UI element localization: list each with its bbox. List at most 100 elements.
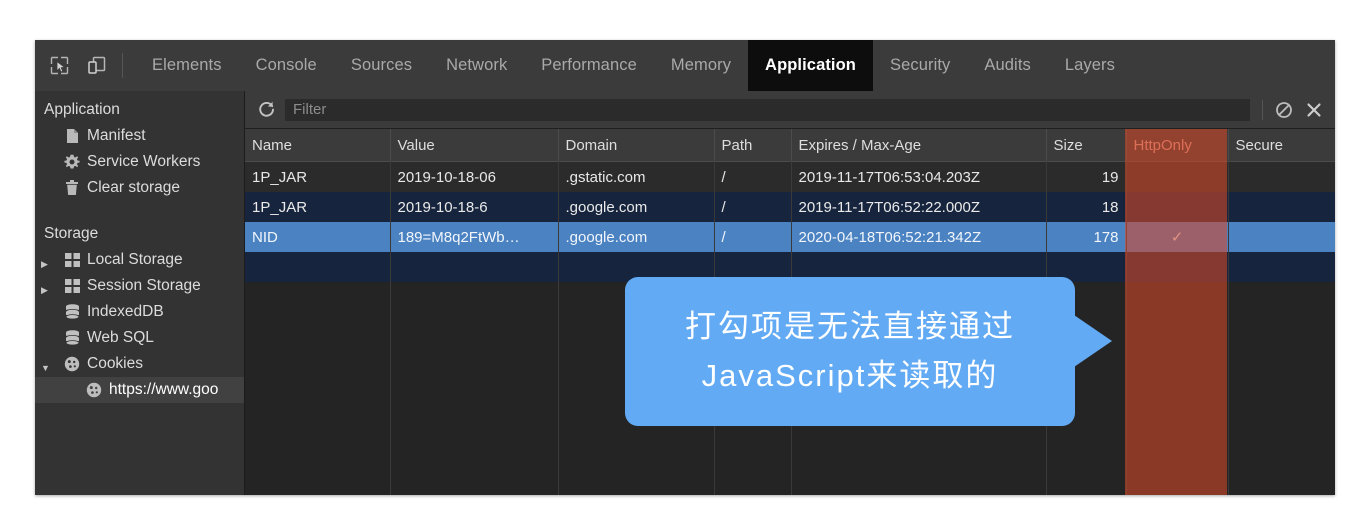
refresh-icon[interactable] (251, 95, 281, 125)
toolbar-divider (1262, 99, 1263, 120)
cell-value[interactable]: 2019-10-18-6 (390, 192, 559, 222)
sidebar-item-local-storage[interactable]: ▶ Local Storage (35, 247, 244, 273)
tab-elements[interactable]: Elements (135, 40, 239, 91)
table-row-selected[interactable]: NID 189=M8q2FtWb… .google.com / 2020-04-… (245, 222, 1335, 252)
sidebar-item-clear-storage[interactable]: Clear storage (35, 175, 244, 201)
annotation-callout: 打勾项是无法直接通过 JavaScript来读取的 (625, 277, 1075, 426)
chevron-down-icon[interactable]: ▼ (41, 364, 50, 373)
block-clear-icon[interactable] (1269, 95, 1299, 125)
inspect-element-icon-glyph (50, 56, 68, 75)
tab-layers-label: Layers (1064, 56, 1115, 74)
cell-secure[interactable] (1228, 252, 1335, 282)
database-icon (61, 304, 83, 320)
devtools-window: Elements Console Sources Network Perform… (35, 40, 1335, 495)
cell-secure[interactable] (1228, 161, 1335, 192)
sidebar-item-cookie-origin[interactable]: https://www.goo (35, 377, 244, 403)
device-toolbar-icon-glyph (88, 56, 106, 74)
cell-size[interactable]: 178 (1046, 222, 1127, 252)
cell-size[interactable]: 18 (1046, 192, 1127, 222)
table-grid-icon (61, 253, 83, 267)
table-row[interactable]: 1P_JAR 2019-10-18-06 .gstatic.com / 2019… (245, 161, 1335, 192)
device-toolbar-icon[interactable] (78, 40, 116, 91)
tab-sources-label: Sources (350, 56, 413, 74)
inspect-element-icon[interactable] (40, 40, 78, 91)
cell-httponly[interactable] (1126, 192, 1229, 222)
table-row[interactable]: 1P_JAR 2019-10-18-6 .google.com / 2019-1… (245, 192, 1335, 222)
cookies-table-wrapper: Name Value Domain Path Expires / Max-Age… (245, 129, 1335, 495)
sidebar-item-manifest-label: Manifest (87, 127, 146, 144)
col-header-domain[interactable]: Domain (558, 129, 715, 162)
col-header-secure[interactable]: Secure (1228, 129, 1335, 162)
tab-layers[interactable]: Layers (1048, 40, 1132, 91)
tab-audits[interactable]: Audits (967, 40, 1047, 91)
sidebar-item-session-storage[interactable]: ▶ Session Storage (35, 273, 244, 299)
chevron-right-icon[interactable]: ▶ (41, 260, 48, 269)
tab-console-label: Console (255, 56, 317, 74)
cookies-table-body: 1P_JAR 2019-10-18-06 .gstatic.com / 2019… (245, 161, 1335, 282)
cell-name[interactable]: 1P_JAR (245, 161, 391, 192)
sidebar-item-cookie-origin-label: https://www.goo (109, 381, 219, 398)
cell-expires[interactable]: 2020-04-18T06:52:21.342Z (791, 222, 1047, 252)
chevron-right-icon[interactable]: ▶ (41, 286, 48, 295)
tab-network[interactable]: Network (429, 40, 524, 91)
sidebar-item-indexeddb-label: IndexedDB (87, 303, 164, 320)
col-header-value[interactable]: Value (390, 129, 559, 162)
cell-name[interactable]: 1P_JAR (245, 192, 391, 222)
cell-size[interactable]: 19 (1046, 161, 1127, 192)
tabbar-divider (122, 53, 123, 78)
tab-audits-label: Audits (984, 56, 1031, 74)
cell-secure[interactable] (1228, 192, 1335, 222)
tab-elements-label: Elements (152, 56, 222, 74)
cell-name[interactable]: NID (245, 222, 391, 252)
cookies-toolbar (245, 91, 1335, 129)
cell-domain[interactable]: .google.com (558, 192, 715, 222)
close-x-icon-glyph (1307, 102, 1321, 117)
col-header-path[interactable]: Path (714, 129, 792, 162)
cookies-header-row: Name Value Domain Path Expires / Max-Age… (245, 129, 1335, 162)
cell-expires[interactable]: 2019-11-17T06:52:22.000Z (791, 192, 1047, 222)
tab-security[interactable]: Security (873, 40, 967, 91)
sidebar-item-web-sql-label: Web SQL (87, 329, 154, 346)
col-header-expires[interactable]: Expires / Max-Age (791, 129, 1047, 162)
cell-path[interactable]: / (714, 161, 792, 192)
cell-value[interactable] (390, 252, 559, 282)
tab-sources[interactable]: Sources (334, 40, 429, 91)
cell-domain[interactable]: .gstatic.com (558, 161, 715, 192)
cell-value[interactable]: 189=M8q2FtWb… (390, 222, 559, 252)
cell-expires[interactable]: 2019-11-17T06:53:04.203Z (791, 161, 1047, 192)
cookies-table: Name Value Domain Path Expires / Max-Age… (245, 129, 1335, 282)
cell-httponly[interactable] (1126, 252, 1229, 282)
devtools-tab-bar: Elements Console Sources Network Perform… (35, 40, 1335, 91)
tab-memory[interactable]: Memory (654, 40, 748, 91)
sidebar-item-manifest[interactable]: Manifest (35, 123, 244, 149)
col-header-httponly[interactable]: HttpOnly (1126, 129, 1229, 162)
refresh-icon-glyph (258, 101, 274, 117)
sidebar-item-cookies[interactable]: ▼ Cookies (35, 351, 244, 377)
tab-performance-label: Performance (541, 56, 637, 74)
sidebar-section-storage: Storage (44, 225, 99, 242)
tab-memory-label: Memory (670, 56, 732, 74)
tab-console[interactable]: Console (239, 40, 334, 91)
tab-application[interactable]: Application (748, 40, 873, 91)
table-grid-icon (61, 279, 83, 293)
col-header-name[interactable]: Name (245, 129, 391, 162)
tab-performance[interactable]: Performance (524, 40, 654, 91)
cell-value[interactable]: 2019-10-18-06 (390, 161, 559, 192)
document-icon (61, 128, 83, 144)
block-clear-icon-glyph (1276, 101, 1292, 118)
application-main-panel: Name Value Domain Path Expires / Max-Age… (245, 91, 1335, 495)
callout-line-1: 打勾项是无法直接通过 (685, 309, 1015, 345)
sidebar-item-service-workers[interactable]: Service Workers (35, 149, 244, 175)
cell-httponly-check[interactable]: ✓ (1126, 222, 1229, 252)
sidebar-item-indexeddb[interactable]: IndexedDB (35, 299, 244, 325)
close-x-icon[interactable] (1299, 95, 1329, 125)
cell-secure[interactable] (1228, 222, 1335, 252)
cell-path[interactable]: / (714, 222, 792, 252)
col-header-size[interactable]: Size (1046, 129, 1127, 162)
filter-input[interactable] (285, 98, 1250, 121)
cell-path[interactable]: / (714, 192, 792, 222)
cell-httponly[interactable] (1126, 161, 1229, 192)
cell-domain[interactable]: .google.com (558, 222, 715, 252)
sidebar-item-web-sql[interactable]: Web SQL (35, 325, 244, 351)
cell-name[interactable] (245, 252, 391, 282)
